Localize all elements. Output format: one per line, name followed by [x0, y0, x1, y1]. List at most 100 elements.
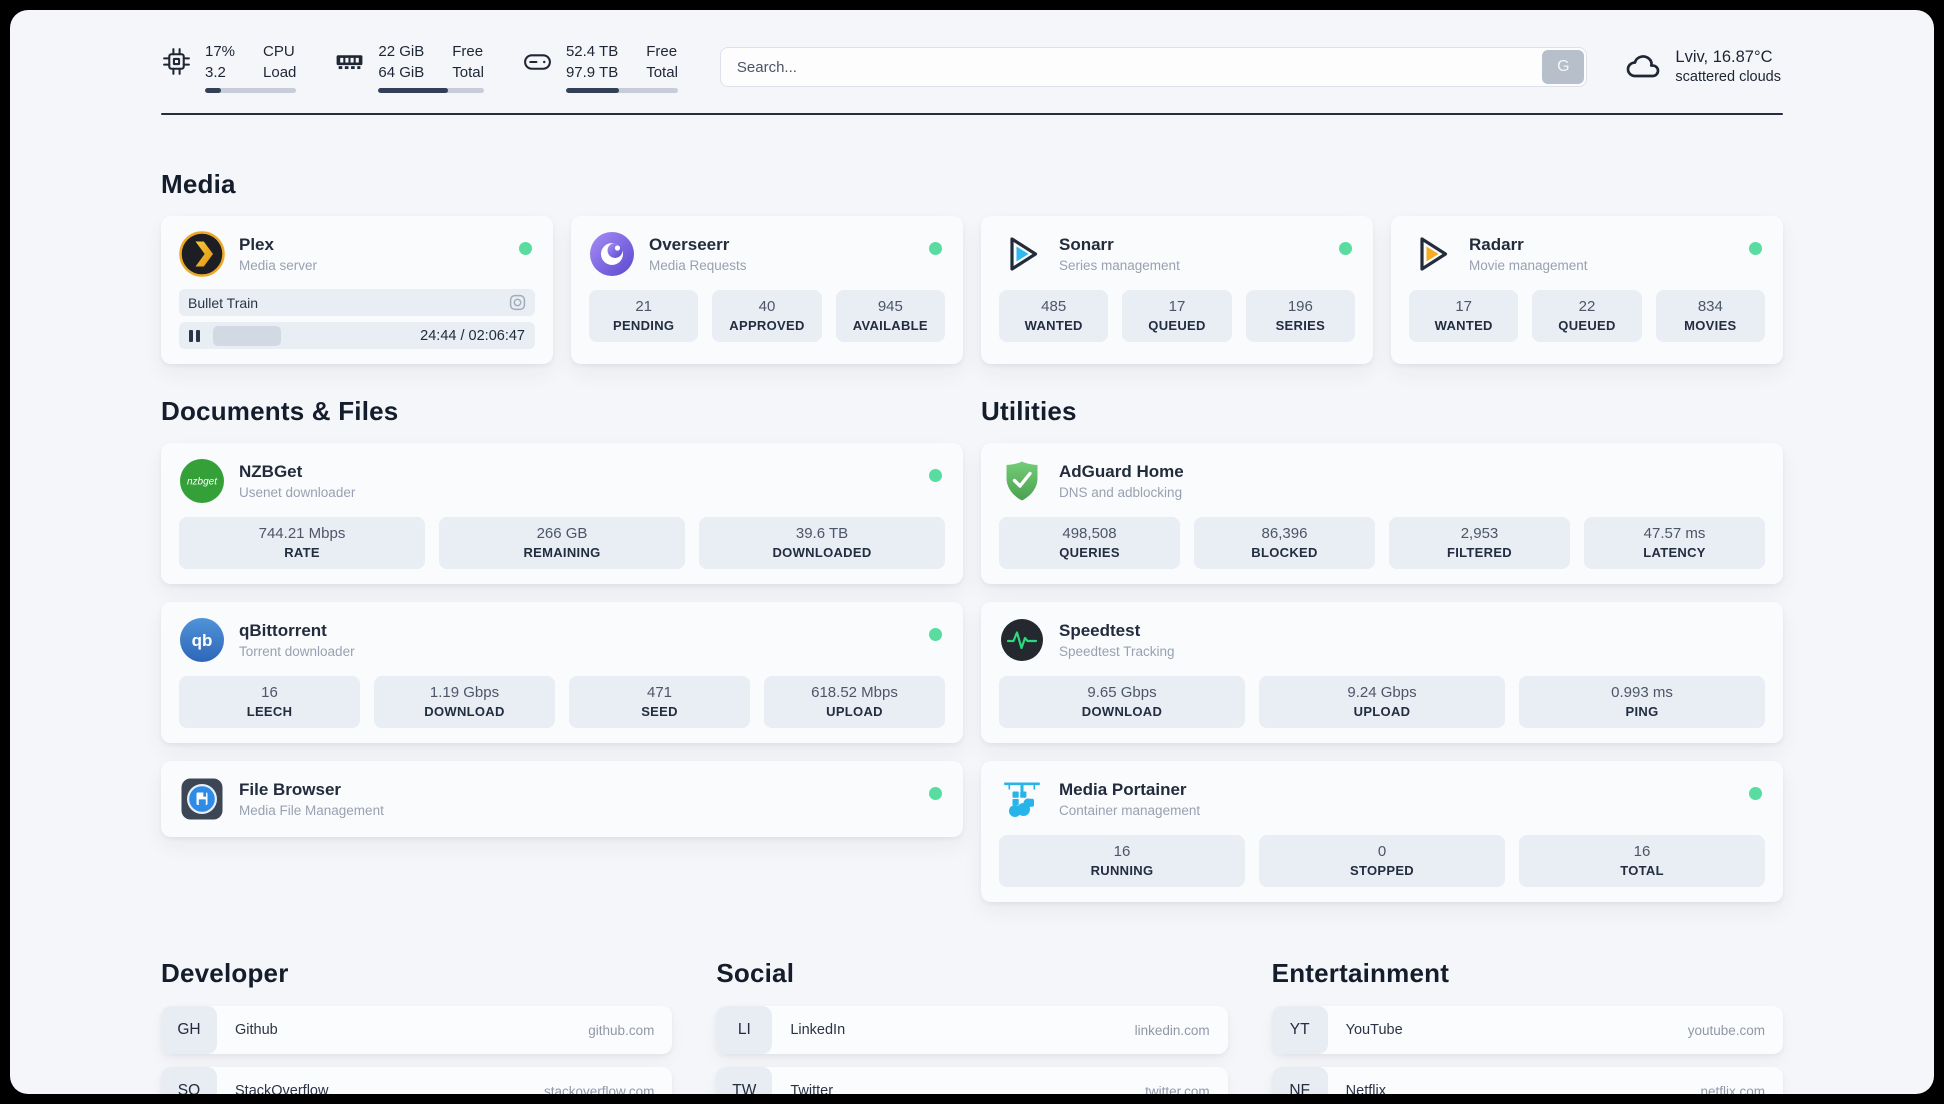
stat-label: DOWNLOAD — [424, 704, 505, 719]
qbittorrent-icon: qb — [179, 617, 225, 663]
stat-label: UPLOAD — [1353, 704, 1411, 719]
bookmark-abbr: NF — [1271, 1067, 1328, 1094]
stat-label: DOWNLOAD — [1081, 704, 1163, 719]
status-dot — [929, 787, 942, 800]
stat-value: 22 — [1578, 298, 1596, 315]
cpu-progress-bar — [205, 88, 297, 93]
adguard-icon — [999, 458, 1045, 504]
now-playing-row: Bullet Train — [179, 289, 535, 316]
stat-label: BLOCKED — [1251, 545, 1318, 560]
ram-total-value: 64 GiB — [378, 64, 425, 81]
stat-label: APPROVED — [729, 318, 805, 333]
stat-total: 16 TOTAL — [1519, 835, 1765, 887]
stat-label: WANTED — [1024, 318, 1083, 333]
app-card-adguard[interactable]: AdGuard Home DNS and adblocking 498,508 … — [981, 443, 1783, 584]
plex-icon — [179, 231, 225, 277]
ram-free-value: 22 GiB — [378, 43, 425, 60]
stat-label: WANTED — [1434, 318, 1493, 333]
stat-value: 47.57 ms — [1643, 525, 1706, 542]
stat-series: 196 SERIES — [1245, 290, 1355, 342]
stat-queued: 22 QUEUED — [1532, 290, 1642, 342]
playback-time: 24:44 / 02:06:47 — [420, 327, 525, 344]
stat-value: 0.993 ms — [1611, 684, 1673, 701]
stat-label: QUERIES — [1059, 545, 1120, 560]
stat-label: FILTERED — [1447, 545, 1512, 560]
bookmark-stackoverflow[interactable]: SO StackOverflow stackoverflow.com — [161, 1067, 673, 1094]
cpu-usage-value: 17% — [205, 43, 236, 60]
app-card-plex[interactable]: Plex Media server Bullet Train 24:44 / 0… — [161, 216, 553, 364]
app-card-overseerr[interactable]: Overseerr Media Requests 21 PENDING 40 A… — [571, 216, 963, 364]
status-dot — [929, 469, 942, 482]
search-bar: G — [719, 47, 1588, 87]
stat-label: PING — [1625, 704, 1659, 719]
bookmark-abbr: YT — [1271, 1006, 1328, 1054]
bookmark-abbr: LI — [716, 1006, 773, 1054]
stat-seed: 471 SEED — [569, 676, 750, 728]
app-card-sonarr[interactable]: Sonarr Series management 485 WANTED 17 Q… — [981, 216, 1373, 364]
playback-progress-row: 24:44 / 02:06:47 — [179, 322, 535, 349]
bookmark-linkedin[interactable]: LI LinkedIn linkedin.com — [716, 1006, 1228, 1054]
disk-total-value: 97.9 TB — [565, 64, 619, 81]
stat-queries: 498,508 QUERIES — [999, 517, 1180, 569]
app-card-radarr[interactable]: Radarr Movie management 17 WANTED 22 QUE… — [1391, 216, 1783, 364]
stat-label: REMAINING — [523, 545, 601, 560]
app-description: Media Requests — [649, 258, 747, 274]
overseerr-icon — [589, 231, 635, 277]
bookmarks-entertainment: Entertainment YT YouTube youtube.com NF … — [1271, 958, 1783, 1094]
bookmark-name: LinkedIn — [790, 1022, 846, 1038]
stat-running: 16 RUNNING — [999, 835, 1245, 887]
bookmark-abbr: GH — [161, 1006, 217, 1054]
stat-rate: 744.21 Mbps RATE — [179, 517, 425, 569]
bookmark-url: linkedin.com — [1134, 1022, 1210, 1038]
stat-label: QUEUED — [1558, 318, 1616, 333]
pause-icon — [189, 329, 200, 342]
playback-progress-fill — [213, 325, 281, 346]
app-description: DNS and adblocking — [1059, 485, 1183, 501]
app-card-qbittorrent[interactable]: qb qBittorrent Torrent downloader 16 LEE… — [161, 602, 963, 743]
stat-value: 39.6 TB — [795, 525, 849, 542]
stat-value: 16 — [261, 684, 278, 701]
app-card-portainer[interactable]: Media Portainer Container management 16 … — [981, 761, 1783, 902]
ram-progress-fill — [378, 88, 449, 93]
stat-value: 834 — [1697, 298, 1723, 315]
ram-widget: 22 GiB 64 GiB Free Total — [334, 41, 484, 93]
stat-queued: 17 QUEUED — [1122, 290, 1232, 342]
stat-value: 21 — [635, 298, 652, 315]
stat-value: 9.65 Gbps — [1087, 684, 1157, 701]
bookmarks-developer: Developer GH Github github.com SO StackO… — [161, 958, 673, 1094]
ram-progress-bar — [378, 88, 484, 93]
weather-location-temp: Lviv, 16.87°C — [1675, 48, 1773, 67]
search-engine-button[interactable]: G — [1542, 50, 1585, 84]
disk-progress-fill — [565, 88, 619, 93]
ram-total-label: Total — [452, 64, 484, 81]
stat-label: LATENCY — [1643, 545, 1706, 560]
cpu-load-label: Load — [263, 64, 297, 81]
stat-label: AVAILABLE — [852, 318, 928, 333]
documents-column: Documents & Files nzbget NZBGet Usenet d… — [161, 396, 963, 837]
stat-value: 471 — [646, 684, 673, 701]
app-card-filebrowser[interactable]: File Browser Media File Management — [161, 761, 963, 837]
search-input[interactable] — [720, 58, 1543, 76]
bookmark-name: Twitter — [790, 1083, 834, 1094]
ram-icon — [336, 55, 363, 70]
status-dot — [1339, 242, 1352, 255]
cpu-icon — [163, 48, 190, 75]
section-title-utilities: Utilities — [981, 396, 1077, 426]
bookmark-youtube[interactable]: YT YouTube youtube.com — [1271, 1006, 1783, 1054]
bookmark-url: github.com — [588, 1022, 655, 1038]
app-card-nzbget[interactable]: nzbget NZBGet Usenet downloader 744.21 M… — [161, 443, 963, 584]
stat-filtered: 2,953 FILTERED — [1389, 517, 1570, 569]
stat-value: 17 — [1455, 298, 1472, 315]
stat-label: LEECH — [246, 704, 293, 719]
app-card-speedtest[interactable]: Speedtest Speedtest Tracking 9.65 Gbps D… — [981, 602, 1783, 743]
svg-text:nzbget: nzbget — [187, 477, 218, 488]
radarr-icon — [1409, 231, 1455, 277]
bookmark-url: twitter.com — [1145, 1083, 1210, 1095]
stat-approved: 40 APPROVED — [712, 290, 822, 342]
bookmarks-social: Social LI LinkedIn linkedin.com TW Twitt… — [716, 958, 1228, 1095]
header-divider — [161, 113, 1783, 115]
bookmark-netflix[interactable]: NF Netflix netflix.com — [1271, 1067, 1783, 1094]
bookmark-github[interactable]: GH Github github.com — [161, 1006, 673, 1054]
bookmark-abbr: TW — [716, 1067, 773, 1094]
bookmark-twitter[interactable]: TW Twitter twitter.com — [716, 1067, 1228, 1095]
